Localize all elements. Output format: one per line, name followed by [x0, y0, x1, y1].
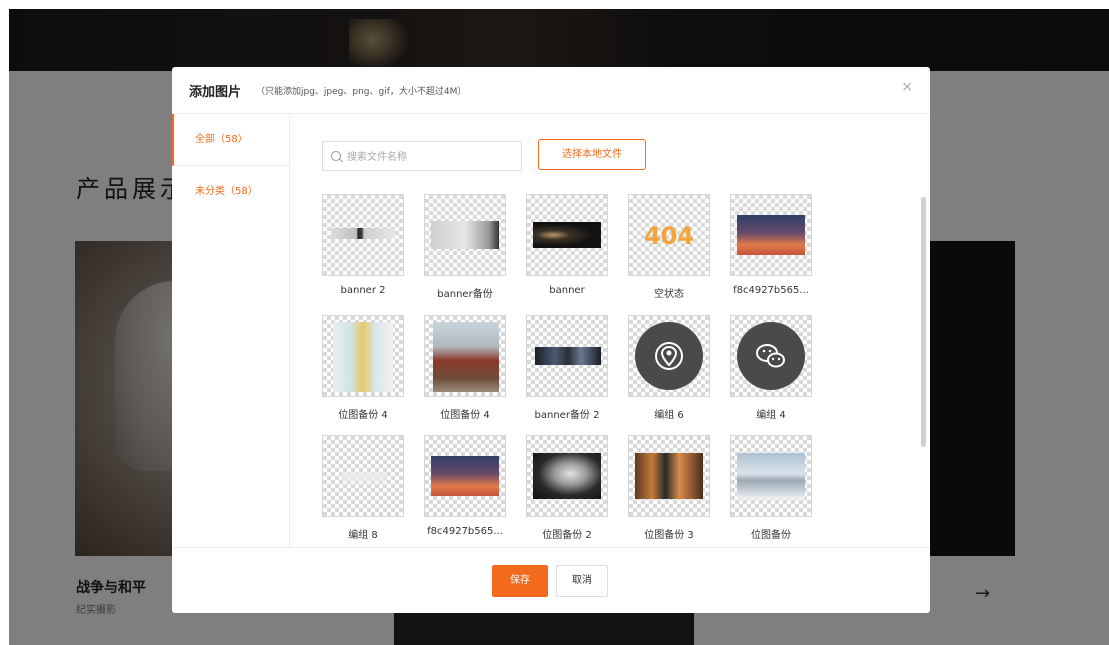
close-icon[interactable]: × — [901, 79, 913, 95]
modal-title: 添加图片 — [189, 85, 242, 100]
banner-thumbnail — [533, 222, 601, 248]
image-label: 位图备份 4 — [338, 410, 388, 421]
image-label: banner备份 — [437, 289, 493, 300]
blank-thumbnail — [341, 472, 387, 482]
image-label: 位图备份 — [751, 530, 791, 541]
image-tile[interactable] — [322, 435, 404, 517]
category-sidebar: 全部（58） 未分类（58） — [172, 114, 290, 547]
sunset-thumbnail — [431, 456, 499, 496]
image-label: banner备份 2 — [534, 410, 600, 421]
statue-thumbnail — [533, 453, 601, 499]
404-thumbnail: 404 — [643, 222, 695, 250]
modal-footer: 保存 取消 — [172, 547, 930, 613]
image-label: 空状态 — [654, 289, 684, 300]
banner-thumbnail — [431, 221, 499, 249]
image-label: banner 2 — [340, 285, 386, 296]
image-label: 编组 4 — [756, 410, 786, 421]
cancel-button[interactable]: 取消 — [556, 565, 608, 597]
house-thumbnail — [433, 322, 499, 392]
image-label: f8c4927b565... — [733, 285, 809, 296]
image-tile[interactable]: 404 — [628, 194, 710, 276]
image-tile[interactable] — [628, 435, 710, 517]
save-button[interactable]: 保存 — [492, 565, 548, 597]
search-icon — [331, 151, 341, 161]
category-uncategorized[interactable]: 未分类（58） — [172, 166, 289, 218]
image-tile[interactable] — [424, 315, 506, 397]
image-label: 编组 6 — [654, 410, 684, 421]
image-tile[interactable] — [526, 315, 608, 397]
image-tile[interactable] — [526, 194, 608, 276]
image-label: 编组 8 — [348, 530, 378, 541]
image-tile[interactable] — [424, 194, 506, 276]
sunset-thumbnail — [737, 215, 805, 255]
image-tile[interactable] — [322, 315, 404, 397]
image-tile[interactable] — [730, 194, 812, 276]
banner-thumbnail — [535, 347, 601, 365]
search-field[interactable] — [322, 141, 522, 172]
location-pin-icon — [635, 322, 703, 390]
image-tile[interactable] — [730, 315, 812, 397]
add-image-modal: 添加图片 （只能添加jpg、jpeg、png、gif，大小不超过4M） × 全部… — [172, 67, 930, 613]
image-label: 位图备份 3 — [644, 530, 694, 541]
select-local-file-button[interactable]: 选择本地文件 — [538, 139, 646, 170]
image-tile[interactable] — [628, 315, 710, 397]
image-tile[interactable] — [730, 435, 812, 517]
category-all[interactable]: 全部（58） — [172, 114, 289, 166]
image-label: 位图备份 4 — [440, 410, 490, 421]
street-thumbnail — [333, 322, 393, 392]
image-label: 位图备份 2 — [542, 530, 592, 541]
scrollbar[interactable] — [921, 197, 926, 447]
modal-header: 添加图片 （只能添加jpg、jpeg、png、gif，大小不超过4M） × — [172, 67, 930, 114]
image-tile[interactable] — [424, 435, 506, 517]
image-grid: banner 2 banner备份 banner 404 空状态 f8c4927… — [290, 187, 910, 547]
image-label: banner — [549, 285, 585, 296]
room-thumbnail — [635, 453, 703, 499]
search-input[interactable] — [345, 142, 519, 172]
modal-hint: （只能添加jpg、jpeg、png、gif，大小不超过4M） — [256, 87, 467, 97]
banner-thumbnail — [331, 228, 395, 239]
wechat-icon — [737, 322, 805, 390]
image-tile[interactable] — [322, 194, 404, 276]
snow-thumbnail — [737, 453, 805, 499]
image-label: f8c4927b565... — [427, 526, 503, 537]
image-tile[interactable] — [526, 435, 608, 517]
